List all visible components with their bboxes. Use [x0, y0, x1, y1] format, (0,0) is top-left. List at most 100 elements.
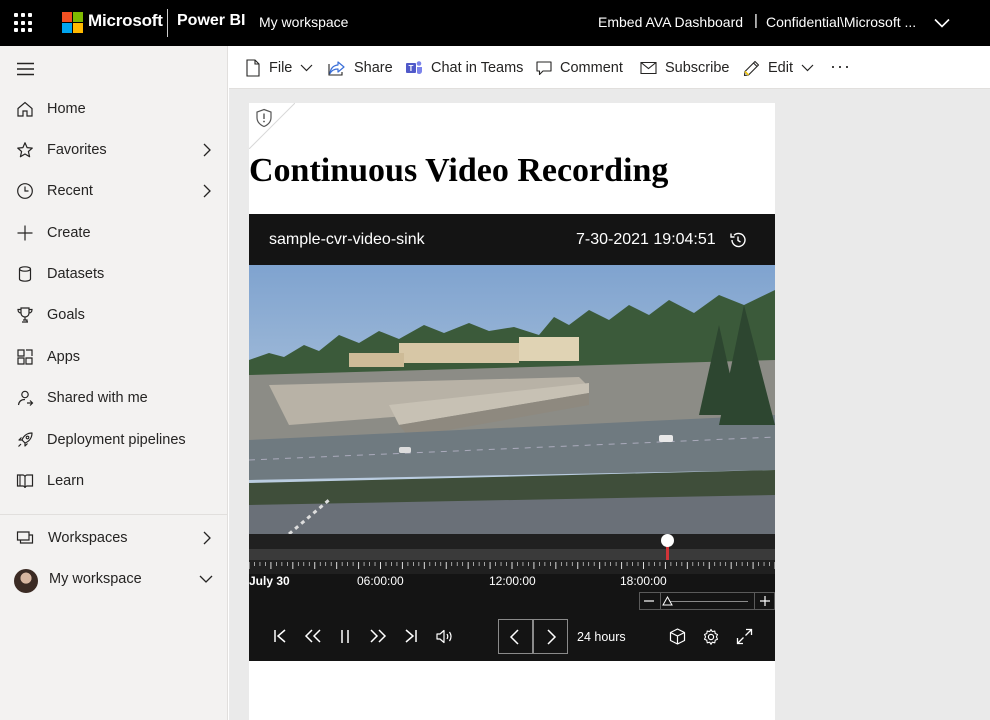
sidebar-item-label: Apps	[47, 349, 81, 365]
sidebar-item-workspaces[interactable]: Workspaces	[0, 520, 228, 556]
rewind-icon[interactable]	[304, 629, 322, 643]
report-name[interactable]: Embed AVA Dashboard	[598, 14, 743, 30]
microsoft-logo-icon	[62, 12, 83, 33]
pause-icon[interactable]	[340, 630, 350, 643]
share-icon	[328, 61, 345, 76]
chevron-left-icon	[509, 629, 519, 645]
shield-icon[interactable]	[255, 108, 273, 128]
zoom-out-icon[interactable]	[643, 595, 655, 607]
microsoft-brand[interactable]: Microsoft	[88, 11, 163, 31]
share-label: Share	[354, 60, 393, 76]
chevron-down-icon	[300, 64, 313, 72]
skip-to-end-icon[interactable]	[404, 629, 418, 643]
power-bi-brand[interactable]: Power BI	[177, 12, 245, 30]
video-frame[interactable]	[249, 265, 775, 534]
teams-icon: T	[406, 61, 422, 74]
subscribe-button[interactable]: Subscribe	[640, 58, 729, 78]
chevron-down-icon	[801, 64, 814, 72]
hamburger-menu-icon[interactable]	[17, 62, 35, 76]
chevron-down-icon[interactable]	[199, 573, 213, 585]
sidebar-item-goals[interactable]: Goals	[0, 297, 228, 333]
timeline-label: 12:00:00	[489, 574, 536, 588]
sidebar-item-my-workspace[interactable]: My workspace	[0, 561, 228, 597]
zoom-slider-track[interactable]	[668, 601, 748, 602]
sidebar-item-label: My workspace	[49, 571, 142, 587]
share-button[interactable]: Share	[328, 58, 393, 78]
chevron-down-icon[interactable]	[934, 15, 950, 31]
video-name: sample-cvr-video-sink	[269, 231, 425, 248]
volume-icon[interactable]	[436, 629, 454, 644]
zoom-divider	[660, 593, 661, 609]
zoom-divider	[754, 593, 755, 609]
file-label: File	[269, 60, 293, 76]
timeline-zoom-control	[639, 592, 775, 610]
history-icon[interactable]	[729, 231, 747, 249]
timeline-label: 18:00:00	[620, 574, 667, 588]
subscribe-label: Subscribe	[665, 60, 730, 76]
sidebar-item-label: Goals	[47, 307, 85, 323]
sidebar-item-apps[interactable]: Apps	[0, 339, 228, 375]
brand-divider	[167, 9, 168, 37]
sidebar-item-label: Recent	[47, 183, 93, 199]
sidebar-item-recent[interactable]: Recent	[0, 173, 228, 209]
workspaces-icon	[16, 531, 34, 544]
sidebar-item-shared-with-me[interactable]: Shared with me	[0, 380, 228, 416]
zoom-in-icon[interactable]	[759, 595, 771, 607]
book-icon	[16, 474, 34, 489]
sidebar-item-label: Workspaces	[48, 530, 128, 546]
time-range-label[interactable]: 24 hours	[577, 630, 626, 644]
breadcrumb-workspace[interactable]: My workspace	[259, 14, 348, 30]
previous-segment-button[interactable]	[498, 619, 533, 654]
timeline-label: 06:00:00	[357, 574, 404, 588]
sidebar-item-create[interactable]: Create	[0, 215, 228, 251]
chat-label: Chat in Teams	[431, 60, 524, 76]
clock-icon	[17, 183, 33, 199]
database-icon	[18, 266, 32, 282]
sensitivity-label[interactable]: Confidential\Microsoft ...	[766, 14, 916, 30]
skip-to-start-icon[interactable]	[273, 629, 287, 643]
home-icon	[17, 101, 33, 117]
sidebar-item-label: Create	[47, 225, 91, 241]
mail-icon	[640, 61, 657, 75]
chevron-right-icon[interactable]	[201, 143, 213, 157]
chevron-right-icon[interactable]	[201, 184, 213, 198]
sidebar-item-favorites[interactable]: Favorites	[0, 132, 228, 168]
fast-forward-icon[interactable]	[369, 629, 387, 643]
left-nav: Home Favorites Recent Create Datasets Go…	[0, 46, 228, 720]
video-player: sample-cvr-video-sink 7-30-2021 19:04:51	[249, 214, 775, 661]
chevron-right-icon[interactable]	[201, 531, 213, 545]
sidebar-divider	[0, 514, 228, 515]
sidebar-item-learn[interactable]: Learn	[0, 463, 228, 499]
video-timestamp: 7-30-2021 19:04:51	[576, 231, 716, 248]
file-menu-button[interactable]: File	[245, 58, 313, 78]
sidebar-item-label: Datasets	[47, 266, 105, 282]
gear-icon[interactable]	[702, 628, 720, 646]
timeline-track[interactable]	[249, 549, 775, 560]
more-options-button[interactable]: ···	[830, 56, 851, 77]
cube-icon[interactable]	[669, 628, 686, 645]
sidebar-item-datasets[interactable]: Datasets	[0, 256, 228, 292]
sidebar-item-label: Learn	[47, 473, 85, 489]
avatar	[14, 569, 38, 593]
sidebar-item-home[interactable]: Home	[0, 91, 228, 127]
zoom-slider-thumb[interactable]	[662, 596, 673, 606]
rocket-icon	[18, 432, 33, 447]
star-icon	[17, 142, 33, 158]
shared-icon	[17, 390, 34, 406]
fullscreen-icon[interactable]	[736, 628, 753, 645]
chat-in-teams-button[interactable]: T Chat in Teams	[405, 58, 523, 78]
sidebar-item-deployment-pipelines[interactable]: Deployment pipelines	[0, 422, 228, 458]
timeline-playhead[interactable]	[661, 534, 674, 547]
svg-text:T: T	[409, 64, 414, 73]
chevron-right-icon	[547, 629, 557, 645]
comment-label: Comment	[560, 60, 623, 76]
edit-label: Edit	[768, 60, 793, 76]
sidebar-item-label: Shared with me	[47, 390, 148, 406]
edit-button[interactable]: Edit	[743, 58, 814, 78]
next-segment-button[interactable]	[533, 619, 568, 654]
comment-button[interactable]: Comment	[536, 58, 623, 78]
app-launcher-icon[interactable]	[14, 13, 34, 33]
timeline-label: July 30	[249, 574, 290, 588]
report-toolbar: File Share T Chat in Teams Comment Subsc…	[229, 46, 990, 89]
top-bar: Microsoft Power BI My workspace Embed AV…	[0, 0, 990, 46]
